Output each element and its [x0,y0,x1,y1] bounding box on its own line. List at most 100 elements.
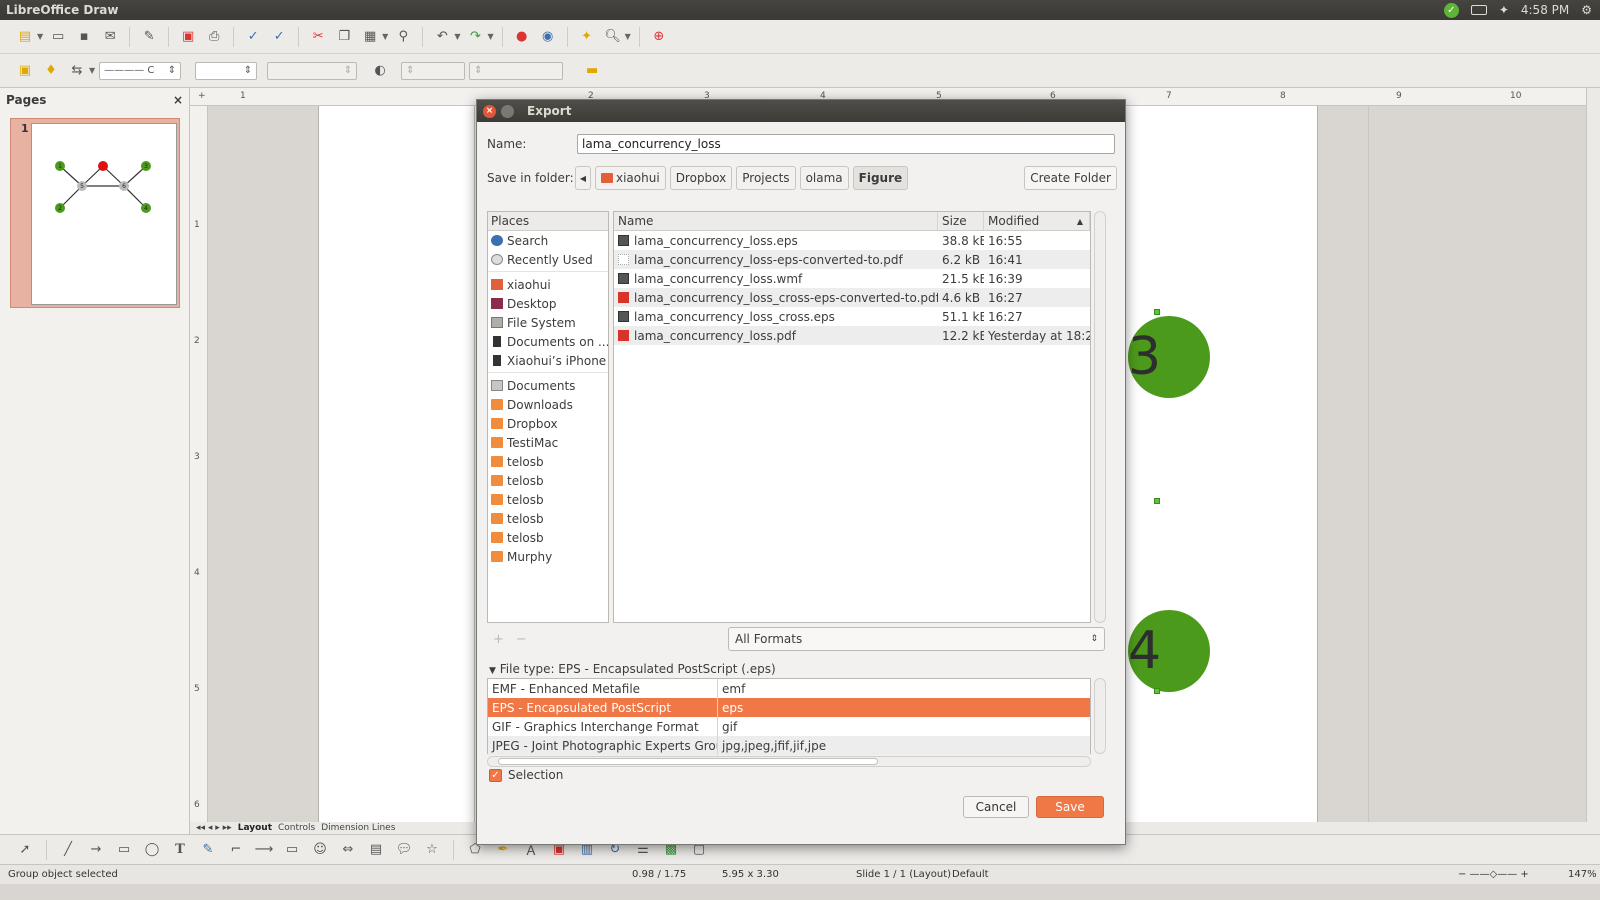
file-list-scrollbar[interactable] [1094,211,1106,623]
cut-icon[interactable]: ✂ [307,26,329,48]
zoom-dropdown-icon[interactable]: ▼ [625,32,631,41]
place-telosb[interactable]: telosb [488,490,608,509]
file-type-vertical-scrollbar[interactable] [1094,678,1106,754]
add-bookmark-button[interactable]: + [493,632,516,647]
edit-file-icon[interactable]: ✎ [138,26,160,48]
stars-icon[interactable]: ☆ [421,839,443,861]
tab-nav-arrows[interactable]: ◂◂ ◂ ▸ ▸▸ [196,823,232,833]
file-row[interactable]: lama_concurrency_loss-eps-converted-to.p… [614,250,1090,269]
symbol-shapes-icon[interactable]: ☺ [309,839,331,861]
block-arrows-icon[interactable]: ⇔ [337,839,359,861]
breadcrumb-figure[interactable]: Figure [852,166,909,190]
area-style-icon[interactable]: ◐ [369,60,391,82]
line-ends-icon[interactable]: ⇆ [66,60,88,82]
place-recently-used[interactable]: Recently Used [488,250,608,269]
cancel-button[interactable]: Cancel [963,796,1029,818]
dropbox-status-icon[interactable]: ✓ [1443,2,1459,18]
selection-handle[interactable] [1154,309,1160,315]
undo-dropdown-icon[interactable]: ▼ [454,32,460,41]
copy-icon[interactable]: ❐ [333,26,355,48]
undo-icon[interactable]: ↶ [431,26,453,48]
flowchart-icon[interactable]: ▤ [365,839,387,861]
clone-formatting-icon[interactable]: ⚲ [392,26,414,48]
gallery-icon[interactable]: ✦ [576,26,598,48]
place-telosb[interactable]: telosb [488,528,608,547]
file-type-row-selected[interactable]: EPS - Encapsulated PostScript eps [488,698,1090,717]
place-file-system[interactable]: File System [488,313,608,332]
styles-icon[interactable]: ▣ [14,60,36,82]
selection-handle[interactable] [1154,498,1160,504]
gear-icon[interactable]: ⚙ [1581,3,1592,17]
page-thumbnail-selected[interactable]: 1 1 5 6 3 2 4 [10,118,180,308]
navigator-icon[interactable]: ◉ [537,26,559,48]
area-fill-select[interactable]: ⇕ [469,61,564,80]
place-search[interactable]: Search [488,231,608,250]
spellcheck-icon[interactable]: ✓ [242,26,264,48]
pages-close-icon[interactable]: × [173,93,183,107]
dialog-close-icon[interactable]: × [483,104,496,118]
scrollbar-thumb[interactable] [498,758,878,765]
file-type-row[interactable]: GIF - Graphics Interchange Format gif [488,717,1090,736]
place-telosb[interactable]: telosb [488,452,608,471]
arrow-line-tool-icon[interactable]: → [85,839,107,861]
graph-node-4[interactable]: 4 [1128,610,1210,692]
shadow-icon[interactable]: ▬ [581,60,603,82]
status-zoom[interactable]: 147% [1568,869,1597,880]
email-icon[interactable]: ✉ [99,26,121,48]
select-arrow-icon[interactable]: ➚ [14,839,36,861]
place-xiaohui[interactable]: xiaohui [488,275,608,294]
selection-handle[interactable] [1154,688,1160,694]
filename-input[interactable] [577,134,1115,154]
breadcrumb-olama[interactable]: olama [799,166,849,190]
redo-dropdown-icon[interactable]: ▼ [487,32,493,41]
place-downloads[interactable]: Downloads [488,395,608,414]
vertical-ruler[interactable]: 1 2 3 4 5 6 [190,106,208,822]
line-color-select[interactable]: ⇕ [267,61,358,80]
tab-dimension-lines[interactable]: Dimension Lines [321,823,395,833]
remove-bookmark-button[interactable]: − [516,632,539,647]
place-testimac[interactable]: TestiMac [488,433,608,452]
file-row[interactable]: lama_concurrency_loss.pdf 12.2 kB Yester… [614,326,1090,345]
curve-tool-icon[interactable]: ✎ [197,839,219,861]
help-icon[interactable]: ⊕ [648,26,670,48]
line-style-select[interactable]: ———— C ⇕ [99,61,182,80]
column-size[interactable]: Size [938,212,984,230]
save-button[interactable]: Save [1036,796,1104,818]
breadcrumb-dropbox[interactable]: Dropbox [669,166,733,190]
connector-tool-icon[interactable]: ⌐ [225,839,247,861]
place-documents-on-device[interactable]: Documents on ... [488,332,608,351]
create-folder-button[interactable]: Create Folder [1024,166,1117,190]
print-icon[interactable]: ⎙ [203,26,225,48]
file-row[interactable]: lama_concurrency_loss.wmf 21.5 kB 16:39 [614,269,1090,288]
line-ends-dropdown-icon[interactable]: ▼ [89,66,95,75]
rectangle-tool-icon[interactable]: ▭ [113,839,135,861]
place-murphy[interactable]: Murphy [488,547,608,566]
open-icon[interactable]: ▭ [47,26,69,48]
zoom-icon[interactable]: 🔍︎ [602,26,624,48]
lines-arrows-tool-icon[interactable]: ⟶ [253,839,275,861]
autospellcheck-icon[interactable]: ✓ [268,26,290,48]
paste-dropdown-icon[interactable]: ▼ [382,32,388,41]
clock[interactable]: 4:58 PM [1521,3,1569,17]
column-name[interactable]: Name [614,212,938,230]
format-filter-select[interactable]: All Formats ⇕ [728,627,1105,651]
canvas-vertical-scrollbar[interactable] [1586,88,1600,834]
dropbox-icon[interactable]: ✦ [1499,3,1509,17]
place-iphone[interactable]: Xiaohui’s iPhone [488,351,608,370]
zoom-slider[interactable]: − ——◇—— + [1458,869,1529,880]
save-icon[interactable]: ▪ [73,26,95,48]
place-desktop[interactable]: Desktop [488,294,608,313]
place-telosb[interactable]: telosb [488,471,608,490]
breadcrumb-xiaohui[interactable]: xiaohui [595,166,666,190]
fill-format-icon[interactable]: ♦ [40,60,62,82]
graph-node-3[interactable]: 3 [1128,316,1210,398]
file-type-row[interactable]: JPEG - Joint Photographic Experts Group … [488,736,1090,755]
place-telosb[interactable]: telosb [488,509,608,528]
file-type-horizontal-scrollbar[interactable] [487,756,1091,767]
basic-shapes-icon[interactable]: ▭ [281,839,303,861]
tab-controls[interactable]: Controls [278,823,315,833]
file-type-expander[interactable]: ▼ File type: EPS - Encapsulated PostScri… [489,662,776,676]
export-pdf-icon[interactable]: ▣ [177,26,199,48]
file-row[interactable]: lama_concurrency_loss_cross.eps 51.1 kB … [614,307,1090,326]
dialog-minimize-icon[interactable] [501,104,514,118]
